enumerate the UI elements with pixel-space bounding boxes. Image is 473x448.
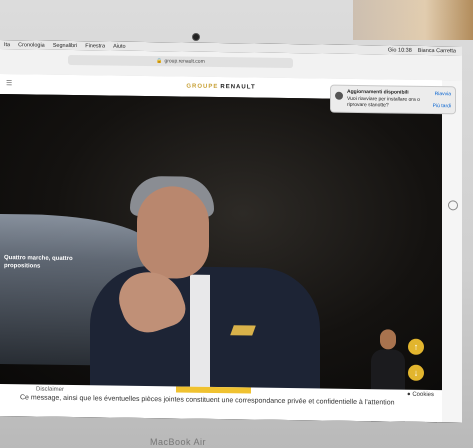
interpreter-head <box>380 329 396 350</box>
update-icon <box>335 91 343 100</box>
menu-item-segnalibri[interactable]: Segnalibri <box>53 42 77 48</box>
brand-name[interactable]: RENAULT <box>220 84 255 90</box>
menu-item-finestra[interactable]: Finestra <box>85 43 105 49</box>
brand-prefix[interactable]: GROUPE <box>186 84 218 90</box>
menu-item-aiuto[interactable]: Aiuto <box>113 43 126 49</box>
notification-body: Vuoi riavviare per installare ora o ripr… <box>347 95 420 109</box>
device-brand: MacBook Air <box>150 437 207 447</box>
later-button[interactable]: Più tardi <box>433 103 451 109</box>
disclaimer-heading: Disclaimer <box>36 386 65 393</box>
disclaimer-text: Ce message, ainsi que les éventuelles pi… <box>20 394 395 407</box>
download-icon[interactable]: ↓ <box>408 364 424 381</box>
circle-icon[interactable] <box>448 200 458 211</box>
menu-app[interactable]: Ita <box>4 42 10 48</box>
lock-icon: 🔒 <box>156 58 163 65</box>
menubar-user[interactable]: Bianca Carretta <box>418 47 456 54</box>
page-scroll-strip <box>442 80 462 423</box>
car-caption: Quattro marche, quattro propositions <box>4 255 73 270</box>
cookies-link[interactable]: ● Cookies <box>407 392 434 398</box>
video-player[interactable]: Quattro marche, quattro propositions ↑ ↓… <box>0 94 442 423</box>
background-wall <box>353 0 473 40</box>
address-bar[interactable]: 🔒 group.renault.com <box>68 54 293 69</box>
url-text: group.renault.com <box>164 58 205 65</box>
menu-item-cronologia[interactable]: Cronologia <box>18 42 45 48</box>
restart-button[interactable]: Riavvia <box>435 91 451 97</box>
update-notification[interactable]: Aggiornamenti disponibili Vuoi riavviare… <box>330 84 456 115</box>
speaker-shirt <box>190 274 210 395</box>
menu-icon[interactable]: ☰ <box>6 79 16 87</box>
laptop-screen: Ita Cronologia Segnalibri Finestra Aiuto… <box>0 40 462 423</box>
cookies-label: Cookies <box>412 391 434 399</box>
pocket-square <box>230 325 256 336</box>
speaker-head <box>137 185 209 279</box>
menubar-clock[interactable]: Gio 10:38 <box>388 47 412 53</box>
footer-accent-bar[interactable] <box>176 386 251 394</box>
webcam <box>192 33 200 41</box>
footer: Disclaimer Ce message, ainsi que les éve… <box>0 384 442 423</box>
share-icon[interactable]: ↑ <box>408 338 424 355</box>
